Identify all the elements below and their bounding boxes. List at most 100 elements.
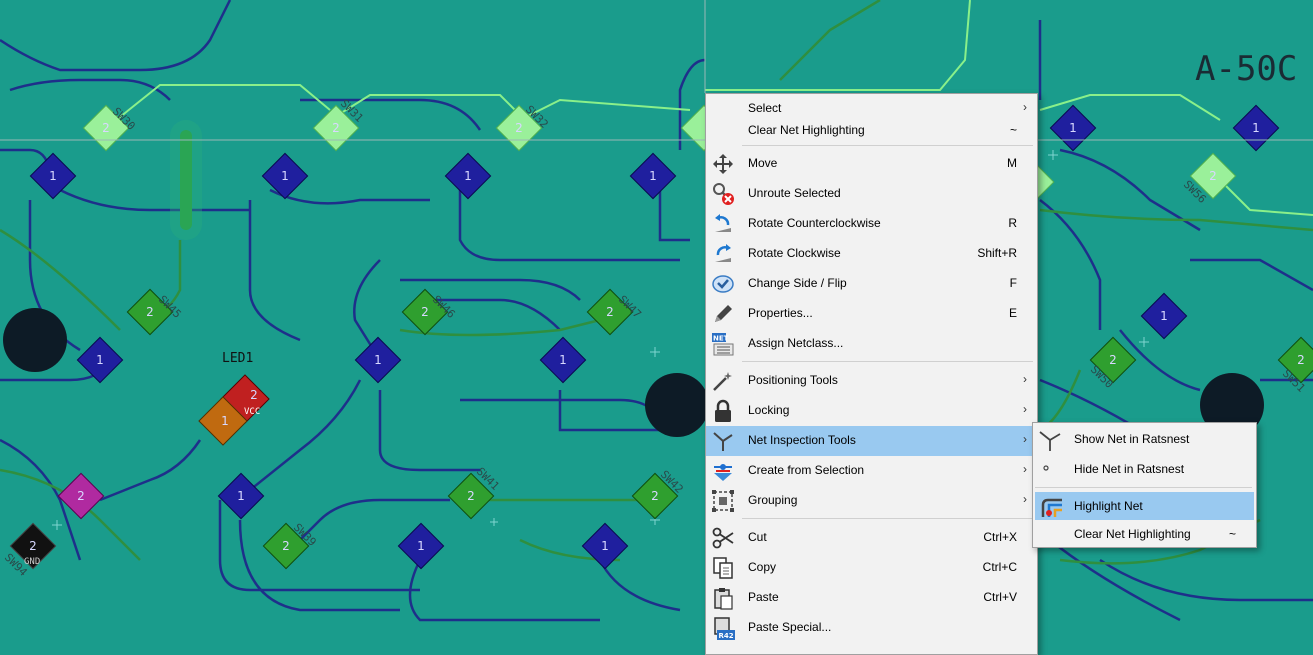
menu-item-label: Move <box>748 156 778 170</box>
magic-wand-icon <box>713 372 732 391</box>
svg-text:1: 1 <box>374 353 382 367</box>
svg-text:1: 1 <box>237 489 245 503</box>
net-inspect-icon <box>713 432 733 451</box>
svg-text:2: 2 <box>1297 353 1305 367</box>
svg-text:1: 1 <box>96 353 104 367</box>
menu-item-label: Change Side / Flip <box>748 276 847 290</box>
submenu-arrow-icon: › <box>1023 372 1027 386</box>
paste-icon <box>714 588 733 610</box>
menu-item-change-side-flip[interactable]: Change Side / Flip F <box>706 269 1037 297</box>
menu-separator <box>742 361 1033 362</box>
unroute-icon <box>713 183 734 205</box>
menu-item-rotate-counterclockwise[interactable]: Rotate Counterclockwise R <box>706 209 1037 237</box>
menu-item-label: Clear Net Highlighting <box>748 123 865 137</box>
submenu-item-label: Hide Net in Ratsnest <box>1074 462 1185 476</box>
submenu-item-label: Show Net in Ratsnest <box>1074 432 1190 446</box>
led-label: LED1 <box>222 351 253 366</box>
menu-item-shortcut: M <box>1007 156 1017 170</box>
svg-text:2: 2 <box>421 305 429 319</box>
svg-text:1: 1 <box>49 169 57 183</box>
vcc-label: VCC <box>244 407 260 417</box>
scissors-icon <box>712 527 734 549</box>
menu-item-label: Rotate Clockwise <box>748 246 841 260</box>
menu-item-assign-netclass[interactable]: NET Assign Netclass... <box>706 329 1037 357</box>
submenu-arrow-icon: › <box>1023 492 1027 506</box>
menu-item-cut[interactable]: Cut Ctrl+X <box>706 523 1037 551</box>
svg-text:1: 1 <box>281 169 289 183</box>
menu-item-paste[interactable]: Paste Ctrl+V <box>706 583 1037 611</box>
power-track-clearance <box>170 120 202 240</box>
pencil-icon <box>715 305 732 322</box>
submenu-item-hide-net-in-ratsnest[interactable]: Hide Net in Ratsnest <box>1033 455 1256 483</box>
menu-item-shortcut: F <box>1009 276 1017 290</box>
menu-item-create-from-selection[interactable]: Create from Selection › <box>706 456 1037 484</box>
svg-text:2: 2 <box>282 539 290 553</box>
highlight-net-icon <box>1041 498 1062 517</box>
svg-text:1: 1 <box>1069 121 1077 135</box>
svg-text:1: 1 <box>1252 121 1260 135</box>
menu-item-net-inspection-tools[interactable]: Net Inspection Tools › <box>706 426 1037 456</box>
svg-text:2: 2 <box>146 305 154 319</box>
menu-item-grouping[interactable]: Grouping › <box>706 486 1037 514</box>
menu-item-label: Assign Netclass... <box>748 336 844 350</box>
svg-text:2: 2 <box>467 489 475 503</box>
menu-item-paste-special[interactable]: R42 Paste Special... <box>706 613 1037 641</box>
svg-text:2: 2 <box>332 121 340 135</box>
menu-item-label: Net Inspection Tools <box>748 433 856 447</box>
svg-text:2: 2 <box>1209 169 1217 183</box>
rotate-cw-icon <box>715 244 731 262</box>
create-from-selection-icon <box>714 464 732 481</box>
menu-item-shortcut: Ctrl+C <box>982 560 1017 574</box>
grouping-icon <box>712 490 734 512</box>
context-menu: Select › Clear Net Highlighting ~ Move M… <box>705 93 1038 655</box>
menu-item-rotate-clockwise[interactable]: Rotate Clockwise Shift+R <box>706 239 1037 267</box>
menu-item-clear-net-highlighting[interactable]: Clear Net Highlighting ~ <box>706 116 1037 144</box>
menu-item-shortcut: Ctrl+X <box>983 530 1017 544</box>
menu-item-properties[interactable]: Properties... E <box>706 299 1037 327</box>
menu-item-shortcut: E <box>1008 306 1017 320</box>
svg-text:2: 2 <box>606 305 614 319</box>
submenu-separator <box>1035 487 1252 488</box>
svg-text:1: 1 <box>417 539 425 553</box>
svg-text:2: 2 <box>1109 353 1117 367</box>
menu-item-label: Unroute Selected <box>748 186 841 200</box>
menu-item-label: Copy <box>748 560 777 574</box>
svg-text:2: 2 <box>102 121 110 135</box>
menu-item-shortcut: ~ <box>1009 123 1017 137</box>
submenu-item-show-net-in-ratsnest[interactable]: Show Net in Ratsnest <box>1033 425 1256 453</box>
svg-text:2: 2 <box>651 489 659 503</box>
submenu-item-clear-net-highlighting[interactable]: Clear Net Highlighting ~ <box>1033 520 1256 548</box>
menu-separator <box>742 145 1033 146</box>
board-title-label: A-50C <box>1195 49 1297 89</box>
svg-text:R42: R42 <box>719 632 734 640</box>
menu-item-shortcut: R <box>1008 216 1017 230</box>
submenu-item-label: Highlight Net <box>1074 499 1143 513</box>
menu-item-copy[interactable]: Copy Ctrl+C <box>706 553 1037 581</box>
menu-item-label: Select <box>748 101 782 115</box>
menu-item-label: Create from Selection <box>748 463 865 477</box>
menu-item-label: Grouping <box>748 493 798 507</box>
submenu-arrow-icon: › <box>1023 432 1027 446</box>
menu-item-unroute-selected[interactable]: Unroute Selected <box>706 179 1037 207</box>
svg-text:1: 1 <box>601 539 609 553</box>
menu-item-label: Positioning Tools <box>748 373 838 387</box>
menu-item-locking[interactable]: Locking › <box>706 396 1037 424</box>
flip-icon <box>712 275 734 293</box>
submenu-arrow-icon: › <box>1023 100 1027 114</box>
netclass-icon: NET <box>712 333 734 356</box>
menu-item-shortcut: Ctrl+V <box>983 590 1017 604</box>
svg-text:1: 1 <box>464 169 472 183</box>
svg-text:2: 2 <box>29 539 37 553</box>
svg-text:1: 1 <box>649 169 657 183</box>
menu-item-positioning-tools[interactable]: Positioning Tools › <box>706 366 1037 394</box>
menu-item-label: Rotate Counterclockwise <box>748 216 881 230</box>
move-icon <box>713 154 733 174</box>
svg-text:1: 1 <box>1160 309 1168 323</box>
svg-text:2: 2 <box>515 121 523 135</box>
menu-item-label: Paste Special... <box>748 620 832 634</box>
submenu-item-highlight-net[interactable]: Highlight Net <box>1035 492 1254 520</box>
ratsnest-hide-icon <box>1043 465 1049 471</box>
submenu-arrow-icon: › <box>1023 462 1027 476</box>
menu-item-label: Properties... <box>748 306 813 320</box>
menu-item-move[interactable]: Move M <box>706 149 1037 177</box>
